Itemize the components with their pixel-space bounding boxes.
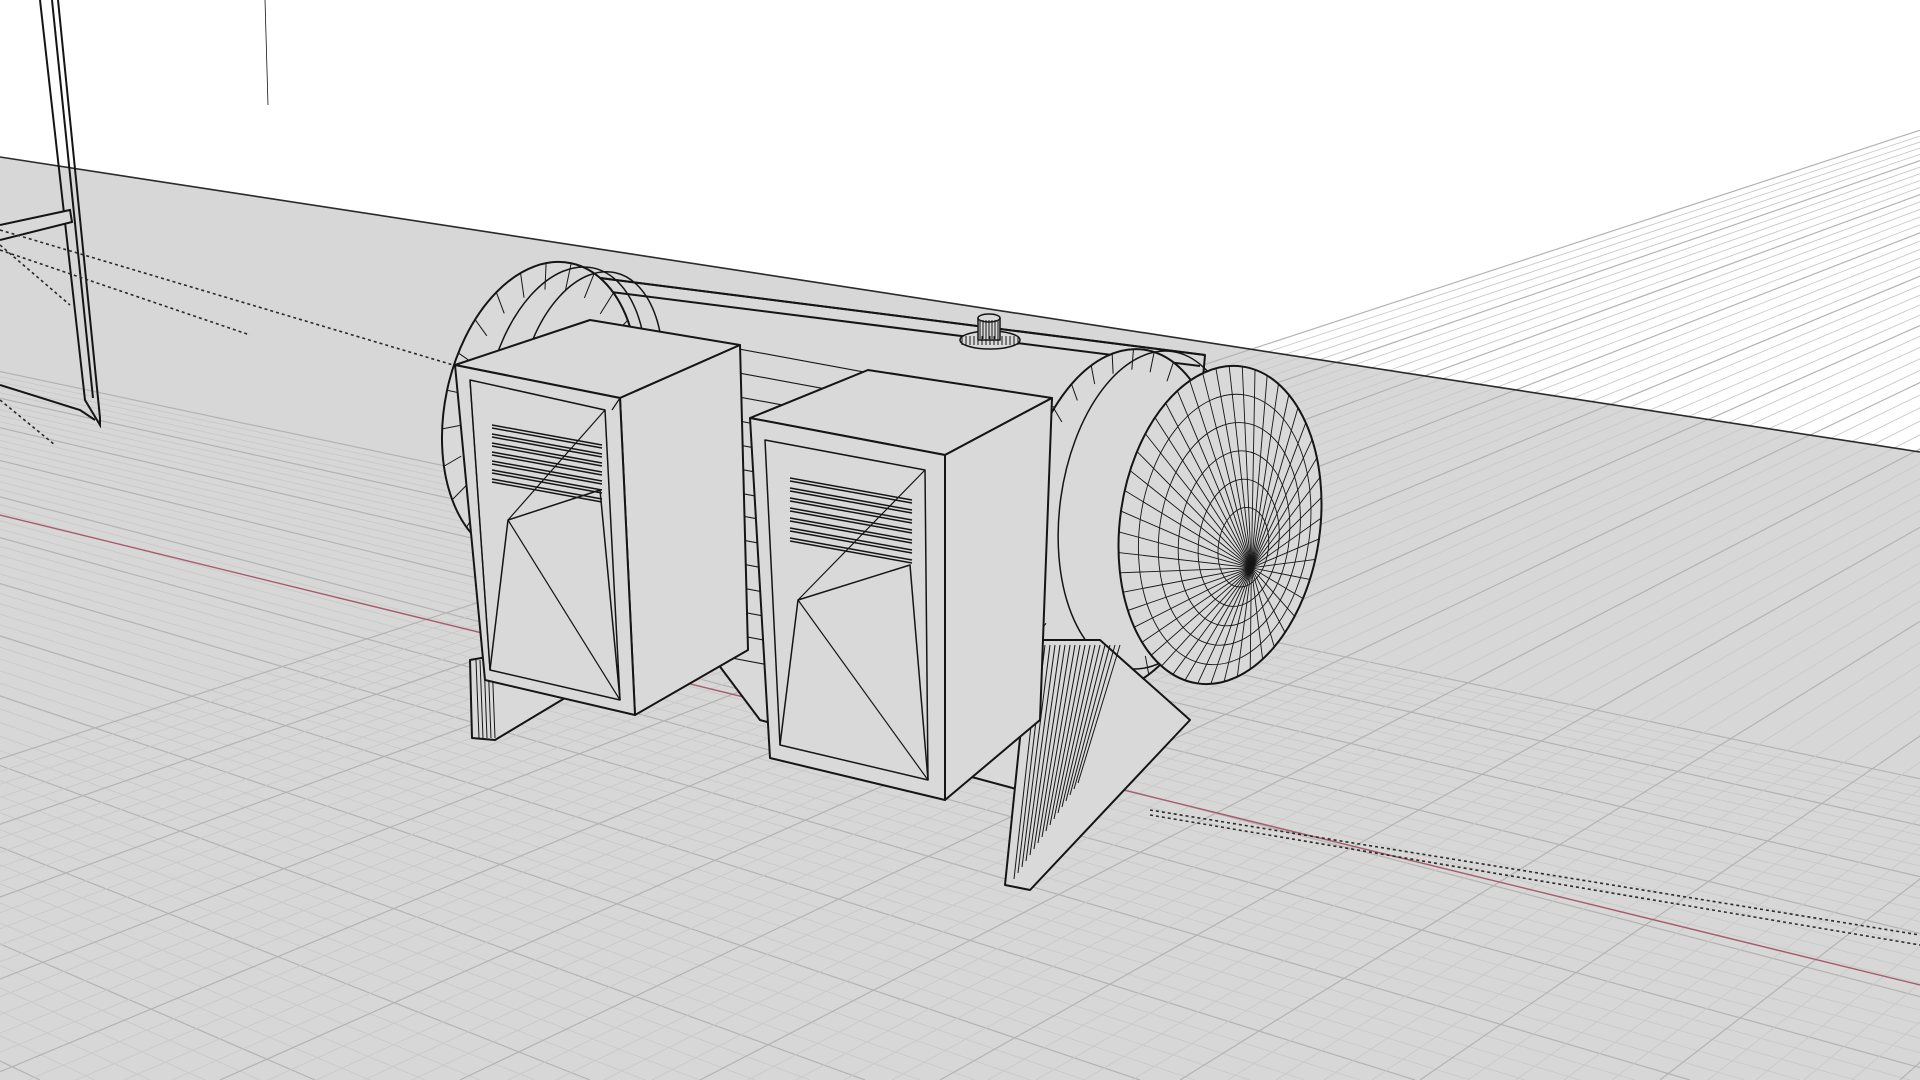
left-junction-box[interactable] — [454, 319, 749, 716]
right-junction-box[interactable] — [749, 369, 1053, 801]
wireframe-scene[interactable] — [0, 0, 1920, 1080]
3d-viewport[interactable] — [0, 0, 1920, 1080]
